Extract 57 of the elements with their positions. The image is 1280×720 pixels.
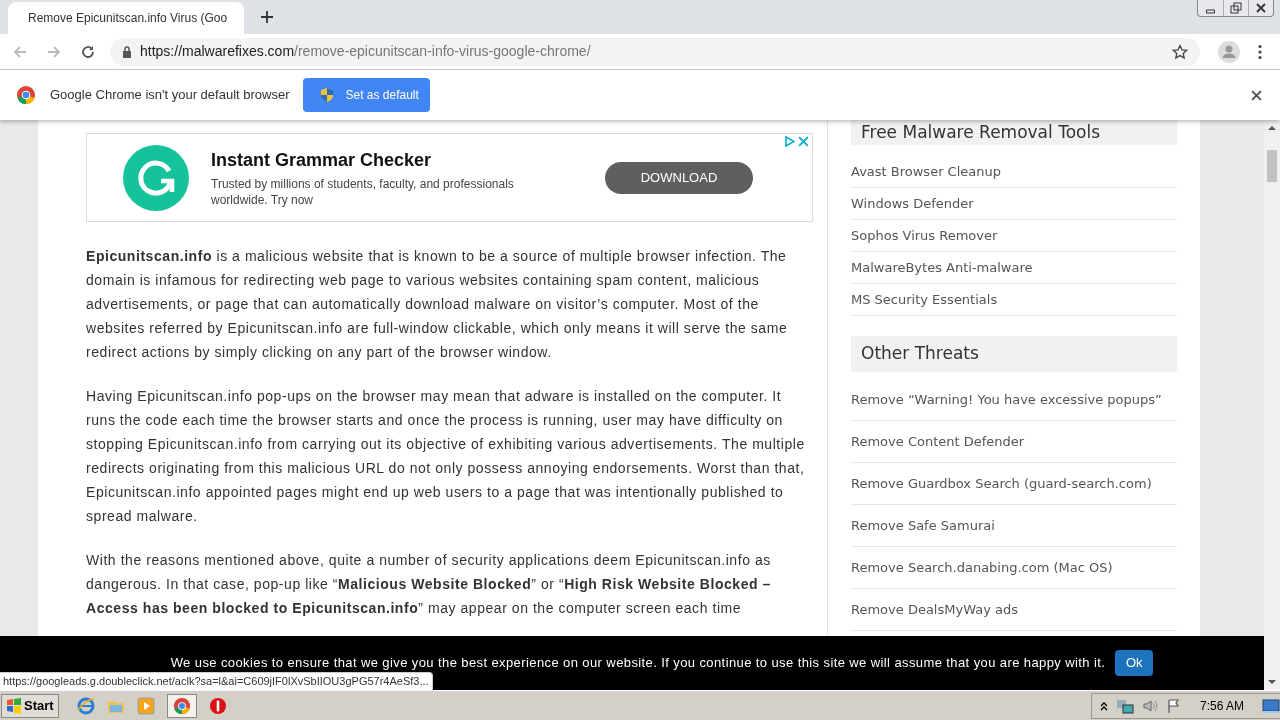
sidebar-link[interactable]: Avast Browser Cleanup xyxy=(851,156,1177,188)
sidebar-link[interactable]: Remove Search.danabing.com (Mac OS) xyxy=(851,547,1177,589)
article-paragraph: Epicunitscan.info is a malicious website that is known to be a source of multiple browser infection. The domain is infamous for redirecting web page to various websites containing spam content, malicious advertisements, or page that can automatically download malware on visitor’s computer. Most of the websites referred by Epicunitscan.info are full-window clickable, which only means it will serve the same redirect actions by simply clicking on any part of the browser window. xyxy=(86,247,789,362)
stop-sign-icon[interactable] xyxy=(208,696,227,715)
url-text: https://malwarefixes.com/remove-epicunitscan-info-virus-google-chrome/ xyxy=(140,42,592,61)
windows-logo-icon xyxy=(6,697,22,714)
article-paragraph: Having Epicunitscan.info pop-ups on the browser may mean that adware is installed on the computer. It runs the code each time the browser starts and once the process is running, user may have difficulty on stopping Epicunitscan.info from carrying out its objective of exhibiting various advertisements. The multiple redirects originating from this malicious URL do not only possess annoying endorsements. Worst than that, Epicunitscan.info appointed pages might end up web users to a page that was intentionally published to spread malware. xyxy=(86,387,806,526)
cookie-message: We use cookies to ensure that we give you the best experience on our website. If you continue to use this site we will assume that you are happy with it. xyxy=(170,654,1106,673)
speaker-icon[interactable] xyxy=(1141,697,1158,714)
browser-tab[interactable]: Remove Epicunitscan.info Virus (Goo xyxy=(8,2,244,34)
show-desktop-icon[interactable] xyxy=(1262,697,1280,714)
status-link-bubble: https://googleads.g.doubleclick.net/aclk?sa=l&ai=C609jIF0lXvSbIIOU3gPG57r4AeSf3... xyxy=(0,672,433,690)
ad-title: Instant Grammar Checker xyxy=(211,149,433,172)
scroll-up-icon[interactable] xyxy=(1268,124,1276,132)
shield-icon xyxy=(319,87,336,103)
address-bar[interactable]: https://malwarefixes.com/remove-epicunitscan-info-virus-google-chrome/ xyxy=(110,37,1200,66)
browser-e-icon[interactable] xyxy=(76,696,95,715)
sidebar-link[interactable]: Remove Safe Samurai xyxy=(851,505,1177,547)
scroll-down-icon[interactable] xyxy=(1268,678,1276,686)
sidebar-link[interactable]: Sophos Virus Remover xyxy=(851,220,1177,252)
sidebar-link[interactable]: MS Security Essentials xyxy=(851,284,1177,316)
sidebar-link[interactable]: Remove DealsMyWay ads xyxy=(851,589,1177,631)
chevron-up-icon[interactable] xyxy=(1099,700,1108,711)
clock: 7:56 AM xyxy=(1199,697,1244,715)
adchoices-icon[interactable] xyxy=(784,136,795,147)
ok-button[interactable]: Ok xyxy=(1115,650,1154,676)
profile-icon[interactable] xyxy=(1218,40,1240,63)
set-default-button[interactable]: Set as default xyxy=(303,78,431,112)
scrollbar[interactable] xyxy=(1264,120,1280,690)
start-button[interactable]: Start xyxy=(1,693,59,718)
star-icon[interactable] xyxy=(1172,43,1188,60)
chrome-logo-icon xyxy=(16,85,36,105)
reload-icon[interactable] xyxy=(80,43,96,60)
sidebar-link[interactable]: MalwareBytes Anti-malware xyxy=(851,252,1177,284)
menu-icon[interactable] xyxy=(1258,43,1262,60)
new-tab-icon[interactable] xyxy=(260,10,274,24)
media-player-icon[interactable] xyxy=(136,696,155,715)
article-paragraph: With the reasons mentioned above, quite a number of security applications deem Epicunitscan.info as dangerous. In that case, pop-up like “Malicious Website Blocked” or “High Risk Website Blocked – Access has been blocked to Epicunitscan.info” may appear on the computer screen each time xyxy=(86,551,772,618)
close-icon[interactable] xyxy=(1251,89,1262,101)
ad-description: Trusted by millions of students, faculty, and professionals worldwide. Try now xyxy=(211,176,515,208)
download-button[interactable]: DOWNLOAD xyxy=(605,161,753,194)
lock-icon xyxy=(122,45,132,58)
g-logo-icon xyxy=(123,144,189,211)
infobar-message: Google Chrome isn't your default browser xyxy=(50,86,290,105)
flag-icon[interactable] xyxy=(1165,697,1182,714)
sidebar-link[interactable]: Windows Defender xyxy=(851,188,1177,220)
sidebar-link[interactable]: Remove “Warning! You have excessive popups” xyxy=(851,379,1177,421)
network-icon[interactable] xyxy=(1115,697,1134,714)
taskbar-chrome-button[interactable] xyxy=(166,693,197,718)
section-heading: Free Malware Removal Tools xyxy=(851,120,1177,145)
section-heading: Other Threats xyxy=(851,336,1177,372)
tab-title: Remove Epicunitscan.info Virus (Goo xyxy=(28,10,228,27)
sidebar-link[interactable]: Remove Content Defender xyxy=(851,421,1177,463)
scroll-thumb[interactable] xyxy=(1267,150,1277,182)
ad-banner[interactable]: Instant Grammar Checker Trusted by millions of students, faculty, and professionals worldwide. Try now DOWNLOAD xyxy=(86,133,813,222)
sidebar-link[interactable]: Remove Guardbox Search (guard-search.com) xyxy=(851,463,1177,505)
chrome-logo-icon xyxy=(172,696,191,715)
